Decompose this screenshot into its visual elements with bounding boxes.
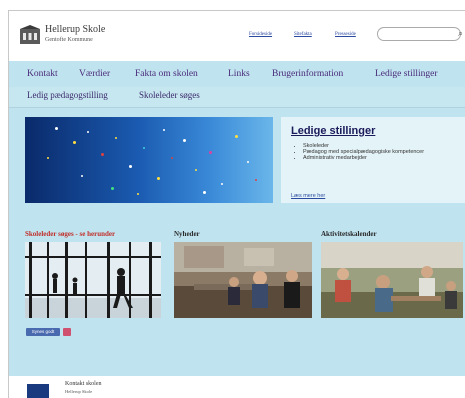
nav-item-kontakt[interactable]: Kontakt [27,69,58,79]
util-link-2[interactable]: Sitefakta [294,32,312,37]
nav-item-vaerdier[interactable]: Værdier [79,69,110,79]
footer-logo [27,384,49,398]
jobs-list: Skoleleder Pædagog med specialpædagogisk… [295,143,463,161]
column-title-skoleleder[interactable]: Skoleleder søges - se herunder [25,230,115,238]
search-input[interactable] [377,27,461,41]
browser-page: Hellerup Skole Gentofte Kommune Forsides… [8,10,465,398]
column-title-aktivitetskalender[interactable]: Aktivitetskalender [321,230,377,238]
jobs-list-item[interactable]: Administrativ medarbejder [303,155,463,161]
subnav-item-paedagog[interactable]: Ledig pædagogstilling [27,90,108,100]
util-link-1[interactable]: Forsideside [249,32,272,37]
util-link-3[interactable]: Presseside [335,32,356,37]
nav-item-brugerinformation[interactable]: Brugerinformation [272,69,343,79]
nav-item-ledige-stillinger[interactable]: Ledige stillinger [375,69,438,79]
hero-banner [25,117,273,203]
sub-nav: Ledig pædagogstilling Skoleleder søges [9,87,465,108]
school-subtitle: Gentofte Kommune [45,37,93,43]
footer-contact-title[interactable]: Kontakt skolen [65,381,102,387]
site-header: Hellerup Skole Gentofte Kommune Forsides… [9,11,465,61]
nyheder-image[interactable] [174,242,312,318]
facebook-like-button[interactable]: Synes godt [26,328,60,336]
skoleleder-image[interactable] [25,242,161,318]
column-title-nyheder[interactable]: Nyheder [174,230,200,238]
main-nav: Kontakt Værdier Fakta om skolen Links Br… [9,65,465,87]
site-footer: Kontakt skolen Hellerup Skole [9,376,465,398]
school-name[interactable]: Hellerup Skole [45,24,105,35]
jobs-title[interactable]: Ledige stillinger [291,125,375,137]
subnav-item-skoleleder[interactable]: Skoleleder søges [139,90,200,100]
footer-contact-sub: Hellerup Skole [65,389,93,394]
aktivitetskalender-image[interactable] [321,242,463,318]
search-icon[interactable]: ⌕ [458,29,463,39]
nav-item-fakta[interactable]: Fakta om skolen [135,69,198,79]
jobs-box: Ledige stillinger Skoleleder Pædagog med… [281,117,465,203]
jobs-read-more-link[interactable]: Læs mere her [291,193,325,199]
school-logo-icon[interactable] [19,25,41,47]
nav-item-links[interactable]: Links [228,69,250,79]
share-icon[interactable] [63,328,71,336]
